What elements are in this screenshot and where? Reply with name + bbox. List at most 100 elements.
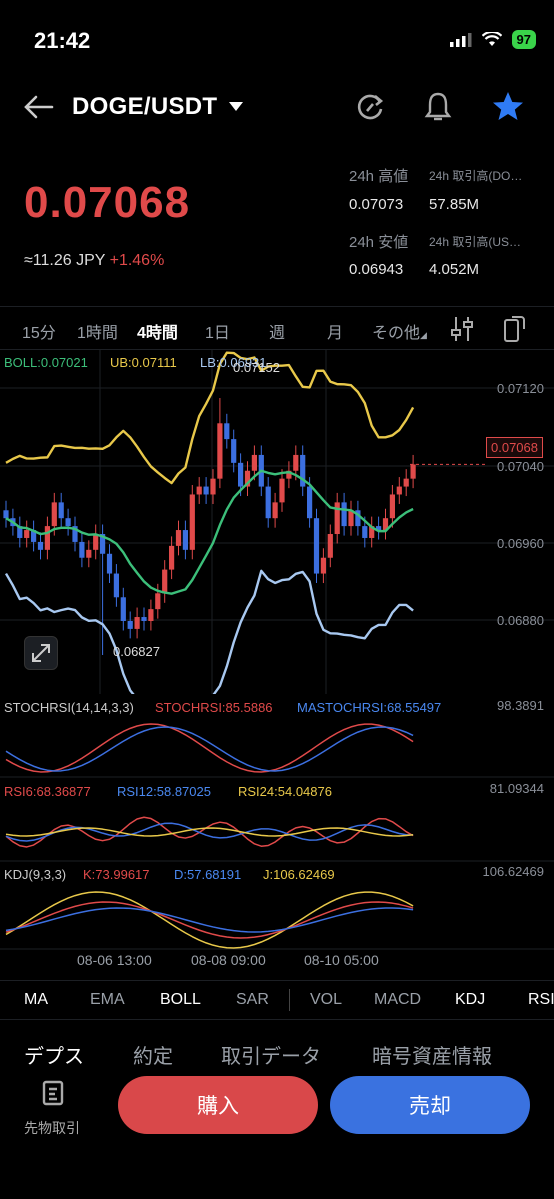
- chart-low-label: 0.06827: [113, 644, 160, 659]
- refresh-icon[interactable]: [356, 92, 386, 122]
- status-time: 21:42: [34, 28, 91, 53]
- futures-icon[interactable]: [42, 1080, 66, 1106]
- candle-body: [224, 423, 230, 440]
- ind-tab-sar[interactable]: SAR: [236, 991, 269, 1009]
- current-price-tag: 0.07068: [486, 437, 543, 458]
- tab-1d[interactable]: 1日: [205, 319, 230, 343]
- kdj-chart: [0, 891, 554, 950]
- fullscreen-button[interactable]: [24, 636, 58, 670]
- x-tick: 08-06 13:00: [77, 952, 152, 968]
- low-value: 0.06943: [349, 261, 404, 278]
- candle-body: [44, 526, 50, 550]
- sell-button[interactable]: 売却: [330, 1076, 530, 1134]
- section-tab-trades[interactable]: 約定: [133, 1040, 173, 1069]
- candle-body: [265, 486, 271, 519]
- futures-label[interactable]: 先物取引: [24, 1118, 80, 1138]
- rsi6-label: RSI6:68.36877: [4, 784, 91, 799]
- candle-body: [320, 557, 326, 574]
- ind-tab-rsi[interactable]: RSI: [528, 991, 554, 1009]
- chevron-down-icon[interactable]: [228, 101, 244, 113]
- pair-title[interactable]: DOGE/USDT: [72, 93, 217, 121]
- buy-button[interactable]: 購入: [118, 1076, 318, 1134]
- indicator-settings-icon[interactable]: [451, 316, 473, 342]
- ind-tab-ema[interactable]: EMA: [90, 991, 125, 1009]
- candlestick-chart[interactable]: [0, 350, 554, 694]
- tab-week[interactable]: 週: [269, 319, 285, 343]
- timeframe-bar: 15分 1時間 4時間 1日 週 月 その他◢: [0, 306, 554, 350]
- tab-divider: [289, 989, 290, 1011]
- stochrsi-d-line: [5, 726, 414, 772]
- ind-tab-macd[interactable]: MACD: [374, 991, 421, 1009]
- expand-icon: [32, 644, 50, 662]
- high-label: 24h 高値: [349, 168, 409, 185]
- price-jpy-row: ≈11.26 JPY +1.46%: [24, 252, 164, 270]
- candle-body: [93, 534, 99, 550]
- ind-tab-boll[interactable]: BOLL: [160, 991, 201, 1009]
- status-icons: 97: [449, 30, 536, 49]
- high-value: 0.07073: [349, 196, 404, 213]
- candle-body: [127, 620, 133, 629]
- candle-body: [106, 553, 113, 574]
- candle-body: [238, 462, 244, 487]
- candle-body: [120, 597, 126, 621]
- candle-body: [58, 502, 64, 519]
- rsi24-line: [5, 827, 414, 837]
- candle-body: [327, 534, 333, 558]
- candle-body: [113, 573, 119, 598]
- y-axis-label: 0.06880: [497, 613, 544, 628]
- boll-ub-label: UB:0.07111: [110, 355, 177, 370]
- candle-body: [210, 478, 216, 495]
- candle-body: [155, 593, 161, 610]
- battery-icon: 97: [511, 30, 536, 49]
- stochrsi-k-line: [5, 723, 414, 773]
- y-axis-label: 0.07040: [497, 459, 544, 474]
- candle-body: [293, 454, 299, 471]
- candle-body: [169, 545, 175, 570]
- boll-lower-line: [4, 569, 414, 694]
- more-triangle-icon: ◢: [420, 330, 427, 340]
- ind-tab-ma[interactable]: MA: [24, 991, 48, 1009]
- section-tab-asset-info[interactable]: 暗号資産情報: [372, 1040, 492, 1069]
- stochrsi-axis: 98.3891: [497, 698, 544, 713]
- kdj-j-line: [5, 891, 414, 949]
- tab-1h[interactable]: 1時間: [77, 319, 118, 343]
- rsi6-line: [5, 816, 414, 848]
- candle-body: [217, 423, 223, 479]
- favorite-star-icon[interactable]: [492, 91, 524, 122]
- ind-tab-kdj[interactable]: KDJ: [455, 991, 485, 1009]
- candle-body: [86, 549, 92, 558]
- last-price: 0.07068: [24, 178, 191, 227]
- candle-body: [182, 530, 188, 550]
- candle-body: [341, 502, 347, 527]
- tab-more[interactable]: その他◢: [372, 319, 427, 343]
- candle-body: [279, 478, 285, 503]
- vol-base-label: 24h 取引高(DO…: [429, 169, 523, 183]
- section-tab-depth[interactable]: デプス: [24, 1040, 84, 1069]
- candle-body: [148, 609, 154, 621]
- candle-body: [134, 617, 140, 629]
- section-tab-trade-data[interactable]: 取引データ: [221, 1040, 321, 1069]
- ind-tab-vol[interactable]: VOL: [310, 991, 342, 1009]
- vol-quote-label: 24h 取引高(US…: [429, 235, 522, 249]
- rsi-chart: [0, 816, 554, 862]
- low-label: 24h 安値: [349, 234, 409, 251]
- bell-icon[interactable]: [424, 91, 452, 123]
- price-change: +1.46%: [109, 252, 165, 269]
- y-axis-label: 0.07120: [497, 381, 544, 396]
- tab-month[interactable]: 月: [327, 319, 343, 343]
- chart-high-label: 0.07152: [233, 360, 280, 375]
- vol-quote-value: 4.052M: [429, 261, 480, 278]
- rotate-screen-icon[interactable]: [502, 315, 526, 343]
- candle-body: [403, 478, 409, 487]
- cellular-signal-icon: [449, 32, 472, 47]
- candle-body: [196, 486, 202, 495]
- candle-body: [203, 486, 209, 495]
- candle-body: [162, 569, 168, 594]
- candle-body: [389, 494, 395, 519]
- tab-15m[interactable]: 15分: [22, 319, 56, 343]
- boll-upper-line: [5, 351, 415, 485]
- tab-4h[interactable]: 4時間: [137, 319, 178, 343]
- candle-body: [51, 502, 57, 527]
- back-arrow-icon[interactable]: [22, 94, 54, 120]
- candle-body: [79, 541, 85, 558]
